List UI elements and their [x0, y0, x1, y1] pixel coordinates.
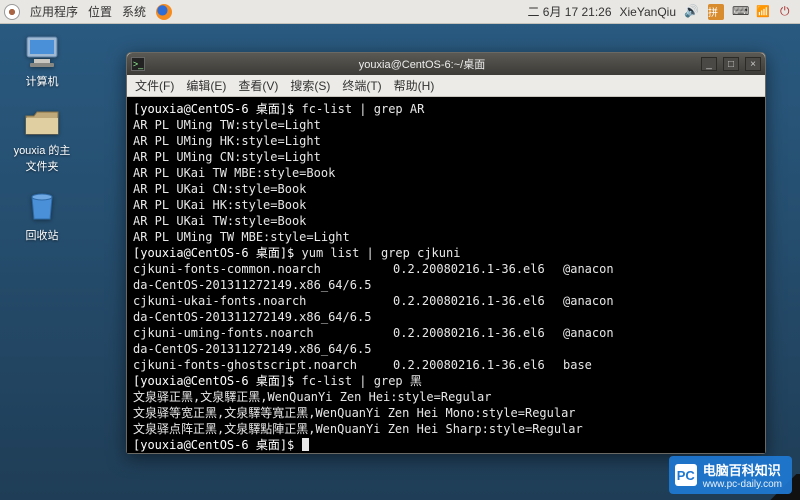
input-method-icon[interactable]: 拼	[708, 4, 724, 20]
desktop-icons: 计算机 youxia 的主文件夹 回收站	[12, 34, 72, 243]
panel-menu-places[interactable]: 位置	[88, 3, 112, 20]
watermark-logo-icon: PC	[675, 464, 697, 486]
window-titlebar[interactable]: >_ youxia@CentOS-6:~/桌面 _ □ ×	[127, 53, 765, 75]
user-menu[interactable]: XieYanQiu	[620, 5, 676, 19]
menu-search[interactable]: 搜索(S)	[290, 77, 330, 94]
terminal-window: >_ youxia@CentOS-6:~/桌面 _ □ × 文件(F) 编辑(E…	[126, 52, 766, 454]
window-close-button[interactable]: ×	[745, 57, 761, 71]
menu-help[interactable]: 帮助(H)	[394, 77, 435, 94]
menu-terminal[interactable]: 终端(T)	[342, 77, 381, 94]
menu-view[interactable]: 查看(V)	[238, 77, 278, 94]
firefox-icon[interactable]	[156, 4, 172, 20]
window-maximize-button[interactable]: □	[723, 57, 739, 71]
window-minimize-button[interactable]: _	[701, 57, 717, 71]
desktop-icon-label: 回收站	[26, 227, 59, 243]
desktop-icon-label: youxia 的主文件夹	[12, 142, 72, 174]
watermark-url: www.pc-daily.com	[703, 479, 782, 490]
menu-file[interactable]: 文件(F)	[135, 77, 174, 94]
terminal-icon: >_	[131, 57, 145, 71]
distro-logo-icon	[4, 4, 20, 20]
home-folder-icon	[22, 103, 62, 139]
network-icon[interactable]	[756, 4, 772, 20]
desktop-icon-label: 计算机	[26, 73, 59, 89]
desktop-icon-trash[interactable]: 回收站	[12, 188, 72, 243]
terminal-menubar: 文件(F) 编辑(E) 查看(V) 搜索(S) 终端(T) 帮助(H)	[127, 75, 765, 97]
power-icon[interactable]	[780, 4, 796, 20]
watermark: PC 电脑百科知识 www.pc-daily.com	[669, 456, 792, 494]
menu-edit[interactable]: 编辑(E)	[186, 77, 226, 94]
watermark-text: 电脑百科知识	[703, 463, 781, 478]
panel-menu-system[interactable]: 系统	[122, 3, 146, 20]
sound-icon[interactable]	[684, 4, 700, 20]
clock[interactable]: 二 6月 17 21:26	[527, 3, 611, 20]
panel-menu-applications[interactable]: 应用程序	[30, 3, 78, 20]
top-panel: 应用程序 位置 系统 二 6月 17 21:26 XieYanQiu 拼	[0, 0, 800, 24]
computer-icon	[22, 34, 62, 70]
desktop-icon-home[interactable]: youxia 的主文件夹	[12, 103, 72, 174]
trash-icon	[22, 188, 62, 224]
window-title: youxia@CentOS-6:~/桌面	[149, 56, 695, 72]
terminal-output[interactable]: [youxia@CentOS-6 桌面]$ fc-list | grep AR …	[127, 97, 765, 453]
keyboard-icon[interactable]	[732, 4, 748, 20]
desktop-icon-computer[interactable]: 计算机	[12, 34, 72, 89]
